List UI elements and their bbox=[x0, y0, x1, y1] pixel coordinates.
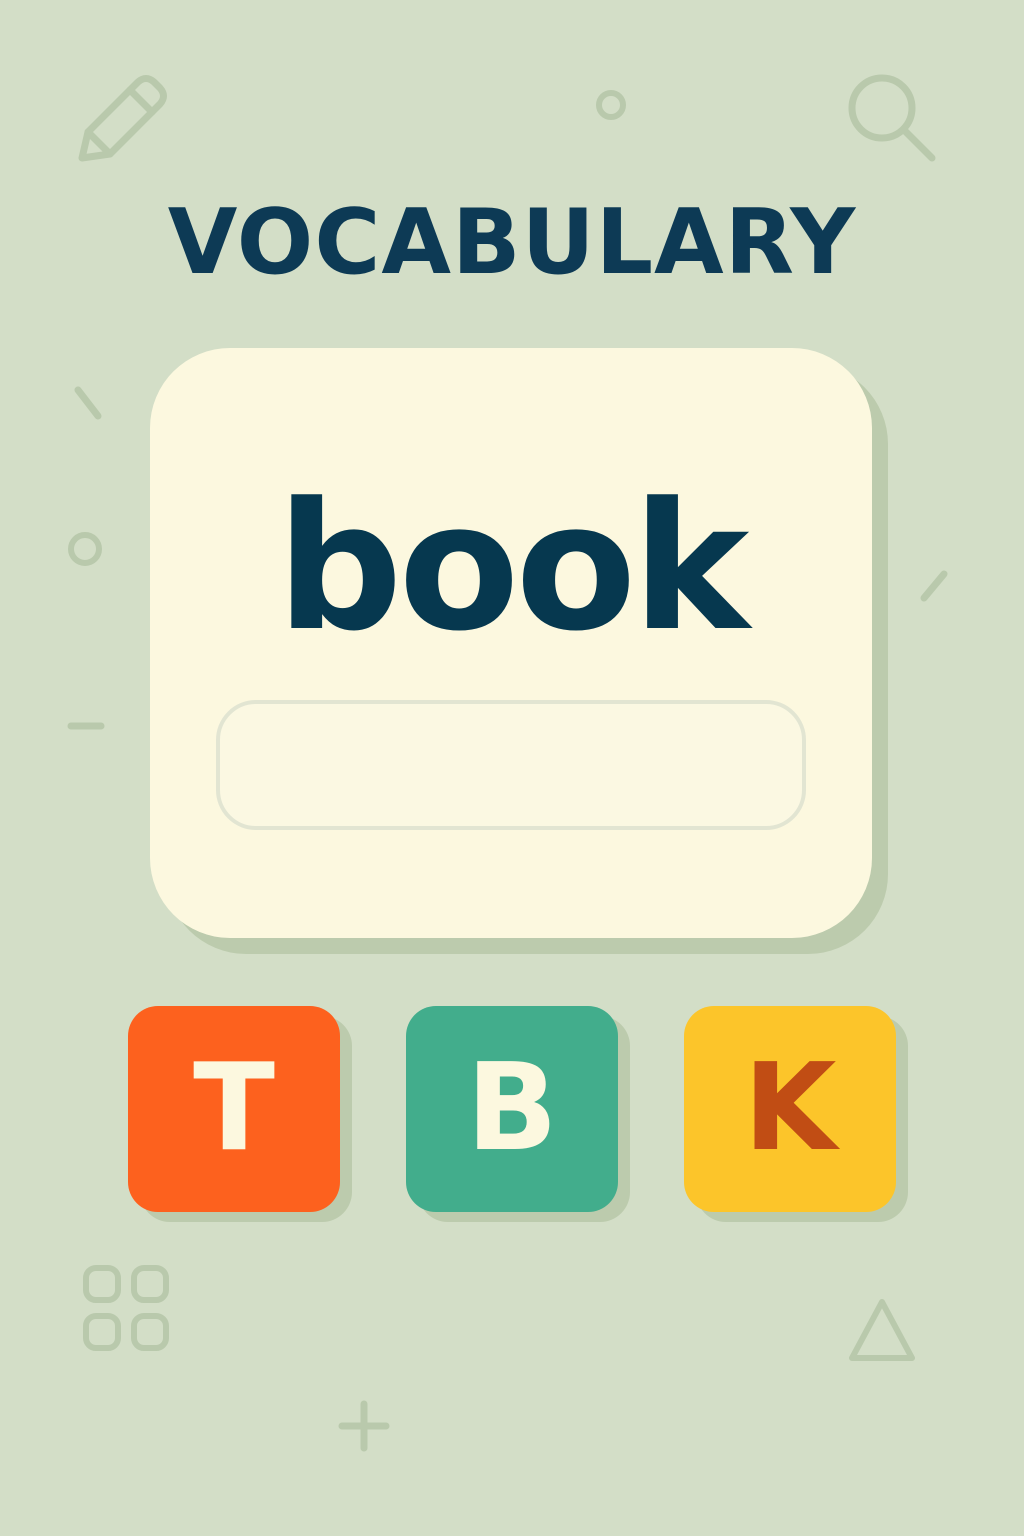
triangle-icon bbox=[846, 1296, 918, 1364]
circle-icon bbox=[66, 530, 104, 568]
pencil-icon bbox=[76, 72, 170, 166]
dash-icon bbox=[914, 566, 954, 606]
small-circle-icon bbox=[594, 88, 628, 122]
flashcard: book bbox=[150, 348, 872, 938]
letter-tile-b[interactable]: B bbox=[406, 1006, 618, 1212]
letter-tile-label: T bbox=[193, 1039, 275, 1178]
grid-icon bbox=[82, 1264, 170, 1352]
search-icon bbox=[844, 70, 940, 166]
letter-tile-t[interactable]: T bbox=[128, 1006, 340, 1212]
letter-tile-k[interactable]: K bbox=[684, 1006, 896, 1212]
plus-icon bbox=[336, 1398, 392, 1454]
page-title: VOCABULARY bbox=[167, 190, 857, 295]
letter-tile-label: B bbox=[466, 1039, 558, 1178]
answer-input[interactable] bbox=[216, 700, 806, 830]
letter-tile-label: K bbox=[743, 1039, 837, 1178]
vocabulary-word: book bbox=[276, 465, 750, 670]
minus-icon bbox=[66, 716, 106, 736]
dash-icon bbox=[70, 382, 106, 424]
